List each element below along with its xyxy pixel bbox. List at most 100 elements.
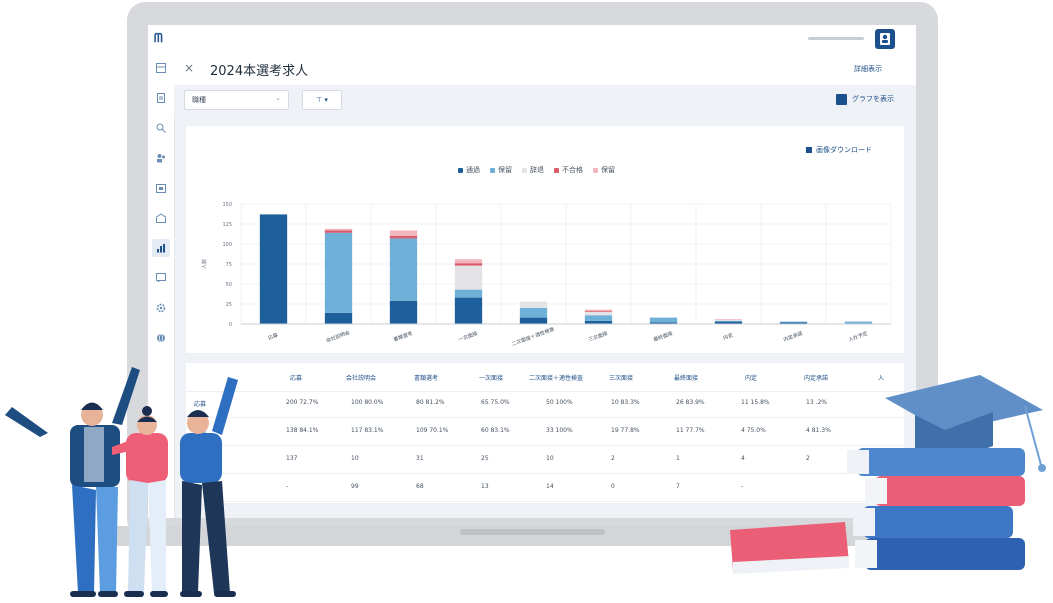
legend-item[interactable]: 保留 (490, 165, 512, 175)
filter-button[interactable]: ⊤ ▾ (302, 90, 342, 110)
bar-segment (519, 308, 548, 318)
legend-label: 通過 (466, 166, 480, 174)
user-avatar-button[interactable] (875, 29, 895, 49)
app-logo[interactable]: ᗰ (154, 31, 163, 46)
table-cell: 1 (676, 455, 680, 462)
x-tick-label: 入社予定 (847, 330, 868, 343)
bar-segment (714, 320, 743, 322)
sidebar-item-search[interactable] (152, 119, 170, 137)
legend-item[interactable]: 保留 (593, 165, 615, 175)
table-cell: 2 (611, 455, 615, 462)
sidebar-item-documents[interactable] (152, 89, 170, 107)
chart-panel: 0 25 50 75 100 125 150 人数 応募 会社説明会 書類選考 一次面接 二次面接＋適性… (186, 126, 904, 353)
table-header-cell[interactable]: 一次面接 (461, 373, 521, 382)
bar-segment (519, 301, 548, 308)
x-tick-label: 一次面接 (457, 330, 478, 343)
page-header: × 2024本選考求人 詳細表示 (174, 53, 916, 85)
y-tick-label: 125 (222, 222, 232, 228)
stacked-bar-chart: 0 25 50 75 100 125 150 人数応募 会社説明会 書類選考 一次面接 二次面接＋適性… (201, 202, 892, 348)
table-header-cell[interactable]: 応募 (266, 373, 326, 382)
sidebar-item-users[interactable] (152, 149, 170, 167)
x-tick-label: 書類選考 (392, 330, 413, 343)
y-tick-label: 0 (229, 322, 232, 328)
legend-item[interactable]: 通過 (458, 165, 480, 175)
graph-toggle[interactable]: グラフを表示 (836, 91, 894, 107)
users-icon (157, 154, 165, 163)
bar-segment (259, 214, 288, 324)
legend-label: 保留 (601, 166, 615, 174)
table-cell: 13 (481, 483, 489, 490)
building-icon (156, 213, 166, 223)
legend-swatch (554, 167, 559, 173)
bar-segment (584, 315, 613, 321)
table-header-cell[interactable]: 二次面接＋適性検査 (526, 373, 586, 382)
bar-segment (324, 312, 353, 324)
x-tick-label: 最終面接 (652, 330, 673, 343)
table-cell: 0 (611, 483, 615, 490)
legend-label: 不合格 (562, 166, 583, 174)
table-header-cell[interactable]: 最終面接 (656, 373, 716, 382)
bar-segment (454, 263, 483, 266)
detail-link[interactable]: 詳細表示 (854, 64, 882, 74)
bar-segment (389, 236, 418, 239)
table-header-cell[interactable]: 会社説明会 (331, 373, 391, 382)
table-header-cell[interactable]: 書類選考 (396, 373, 456, 382)
download-icon (806, 147, 812, 153)
table-cell: 7 (676, 483, 680, 490)
table-cell: 99 (351, 483, 359, 490)
table-cell: 33 100% (546, 427, 573, 434)
table-cell: 10 (351, 455, 359, 462)
legend-swatch (593, 167, 598, 173)
bar-segment (844, 321, 873, 324)
document-icon (157, 93, 165, 103)
close-icon[interactable]: × (184, 61, 194, 75)
table-cell: 109 70.1% (416, 427, 449, 434)
legend-item[interactable]: 不合格 (554, 165, 583, 175)
sidebar-item-global[interactable] (152, 329, 170, 347)
bar-segment (779, 321, 808, 323)
search-icon (156, 123, 166, 133)
page-title: 2024本選考求人 (210, 64, 309, 79)
table-cell: 80 81.2% (416, 399, 445, 406)
legend-swatch (490, 167, 495, 173)
table-cell: 10 (546, 455, 554, 462)
y-tick-label: 50 (226, 282, 232, 288)
legend-swatch (522, 167, 527, 173)
sidebar-item-messages[interactable] (152, 269, 170, 287)
dashboard-icon (156, 63, 166, 73)
gear-icon (156, 303, 166, 313)
table-cell: 19 77.8% (611, 427, 640, 434)
table-header-cell[interactable]: 三次面接 (591, 373, 651, 382)
category-select[interactable]: 職種 ⌄ (184, 90, 289, 110)
bar-segment (584, 312, 613, 316)
globe-icon (157, 333, 165, 343)
sidebar-item-analytics[interactable] (152, 239, 170, 257)
image-download-label: 画像ダウンロード (816, 146, 872, 154)
y-tick-label: 25 (226, 302, 232, 308)
bar-segment (454, 265, 483, 290)
checkbox-icon[interactable] (836, 93, 847, 105)
legend-item[interactable]: 辞退 (522, 165, 544, 175)
y-tick-label: 100 (222, 242, 232, 248)
user-icon (880, 33, 890, 45)
legend-label: 保留 (498, 166, 512, 174)
top-bar: ᗰ (148, 25, 916, 54)
bar-segment (519, 317, 548, 324)
search-bar[interactable] (808, 37, 864, 40)
bar-segment (454, 289, 483, 298)
sidebar-item-building[interactable] (152, 209, 170, 227)
filter-bar: 職種 ⌄ ⊤ ▾ グラフを表示 (174, 85, 916, 115)
table-cell: 31 (416, 455, 424, 462)
laptop-notch (460, 529, 605, 535)
table-cell: - (286, 483, 289, 490)
celebrating-people-illustration (5, 367, 238, 597)
bar-segment (584, 309, 613, 312)
bar-segment (649, 317, 678, 323)
sidebar-item-calendar[interactable] (152, 179, 170, 197)
image-download-button[interactable]: 画像ダウンロード (806, 145, 872, 155)
calendar-icon (156, 184, 166, 193)
table-cell: 100 80.0% (351, 399, 384, 406)
sidebar-item-dashboard[interactable] (152, 59, 170, 77)
chart-legend: 通過 保留 辞退 不合格 保留 (458, 165, 615, 175)
sidebar-item-settings[interactable] (152, 299, 170, 317)
